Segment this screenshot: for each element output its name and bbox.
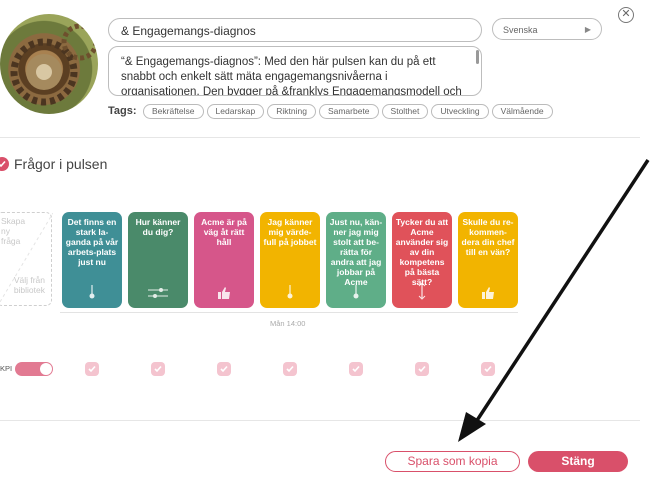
thermometer-icon xyxy=(326,284,386,302)
description-textarea[interactable]: “& Engagemangs-diagnos”: Med den här pul… xyxy=(108,46,482,96)
tag-chip[interactable]: Utveckling xyxy=(431,104,489,119)
question-card[interactable]: Skulle du re-kommen-dera din chef till e… xyxy=(458,212,518,308)
question-text: Hur känner du dig? xyxy=(135,217,181,237)
divider-top xyxy=(0,137,640,138)
kpi-checkbox[interactable] xyxy=(85,362,99,376)
thermometer-icon xyxy=(62,284,122,302)
kpi-checkbox[interactable] xyxy=(283,362,297,376)
question-text: Acme är på väg åt rätt håll xyxy=(201,217,247,247)
add-question-card[interactable]: Skapa ny fråga Välj från bibliotek xyxy=(0,212,53,306)
question-text: Skulle du re-kommen-dera din chef till e… xyxy=(461,217,515,257)
tag-chip[interactable]: Ledarskap xyxy=(206,104,265,119)
kpi-checkbox[interactable] xyxy=(151,362,165,376)
question-card[interactable]: Acme är på väg åt rätt håll xyxy=(194,212,254,308)
tag-chip[interactable]: Samarbete xyxy=(318,104,379,119)
tag-chip[interactable]: Bekräftelse xyxy=(143,104,204,119)
schedule-time: Mån 14:00 xyxy=(270,319,306,328)
tag-chip[interactable]: Riktning xyxy=(267,104,316,119)
question-card[interactable]: Det finns en stark la-ganda på vår arbet… xyxy=(62,212,122,308)
section-title: Frågor i pulsen xyxy=(14,156,108,172)
question-text: Jag känner mig värde-full på jobbet xyxy=(263,217,317,247)
tags-label: Tags: xyxy=(108,105,137,117)
tag-chip[interactable]: Stolthet xyxy=(381,104,429,119)
kpi-checkbox[interactable] xyxy=(415,362,429,376)
question-card[interactable]: Just nu, kän-ner jag mig stolt att be-rä… xyxy=(326,212,386,308)
thumbs-up-icon xyxy=(458,286,518,302)
choose-from-library-label[interactable]: Välj från bibliotek xyxy=(9,275,45,295)
thumbs-up-icon xyxy=(194,286,254,302)
question-card[interactable]: Hur känner du dig? xyxy=(128,212,188,308)
slider-icon xyxy=(128,286,188,302)
close-icon[interactable]: ✕ xyxy=(618,7,634,23)
timeline-line xyxy=(60,312,518,313)
toggle-knob xyxy=(40,363,52,375)
caret-right-icon: ▶ xyxy=(584,25,591,34)
question-card[interactable]: Jag känner mig värde-full på jobbet xyxy=(260,212,320,308)
tag-chip[interactable]: Välmående xyxy=(491,104,553,119)
question-text: Tycker du att Acme använder sig av din k… xyxy=(395,217,449,287)
close-button[interactable]: Stäng xyxy=(528,451,628,472)
question-text: Det finns en stark la-ganda på vår arbet… xyxy=(65,217,119,267)
kpi-toggle[interactable] xyxy=(15,362,53,376)
language-select[interactable]: Svenska ▶ xyxy=(492,18,602,40)
description-scrollbar[interactable] xyxy=(476,50,479,64)
question-text: Just nu, kän-ner jag mig stolt att be-rä… xyxy=(329,217,383,287)
kpi-checkbox[interactable] xyxy=(217,362,231,376)
kpi-label: KPI xyxy=(0,364,13,373)
pulse-image xyxy=(0,14,98,114)
question-card[interactable]: Tycker du att Acme använder sig av din k… xyxy=(392,212,452,308)
kpi-checkbox[interactable] xyxy=(349,362,363,376)
kpi-checkbox[interactable] xyxy=(481,362,495,376)
pulse-title-input[interactable]: & Engagemangs-diagnos xyxy=(108,18,482,42)
divider-bottom xyxy=(0,420,640,421)
range-icon xyxy=(392,282,452,302)
section-check-icon xyxy=(0,157,9,171)
language-value: Svenska xyxy=(503,25,538,35)
save-as-copy-button[interactable]: Spara som kopia xyxy=(385,451,520,472)
create-question-label[interactable]: Skapa ny fråga xyxy=(1,216,31,246)
thermometer-icon xyxy=(260,284,320,302)
tags-list: Bekräftelse Ledarskap Riktning Samarbete Sto… xyxy=(143,104,553,119)
